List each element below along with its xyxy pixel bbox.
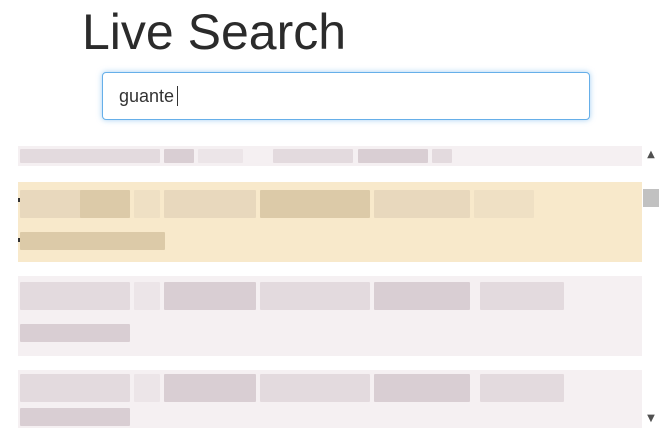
search-box[interactable] <box>102 72 590 120</box>
scroll-down-button[interactable]: ▼ <box>642 410 660 428</box>
scroll-up-button[interactable]: ▲ <box>642 146 660 164</box>
row-marker <box>18 198 20 202</box>
results-list[interactable] <box>18 146 642 428</box>
row-marker <box>18 238 20 242</box>
list-item-selected[interactable] <box>18 182 642 262</box>
scrollbar-thumb[interactable] <box>643 189 659 207</box>
list-item[interactable] <box>18 146 642 166</box>
results-scrollbar[interactable]: ▲ ▼ <box>642 146 660 428</box>
chevron-down-icon: ▼ <box>647 413 655 424</box>
list-item[interactable] <box>18 370 642 428</box>
chevron-up-icon: ▲ <box>647 149 655 160</box>
search-input[interactable] <box>103 73 589 119</box>
list-item[interactable] <box>18 276 642 356</box>
page-title: Live Search <box>82 4 347 60</box>
text-caret <box>177 86 178 106</box>
